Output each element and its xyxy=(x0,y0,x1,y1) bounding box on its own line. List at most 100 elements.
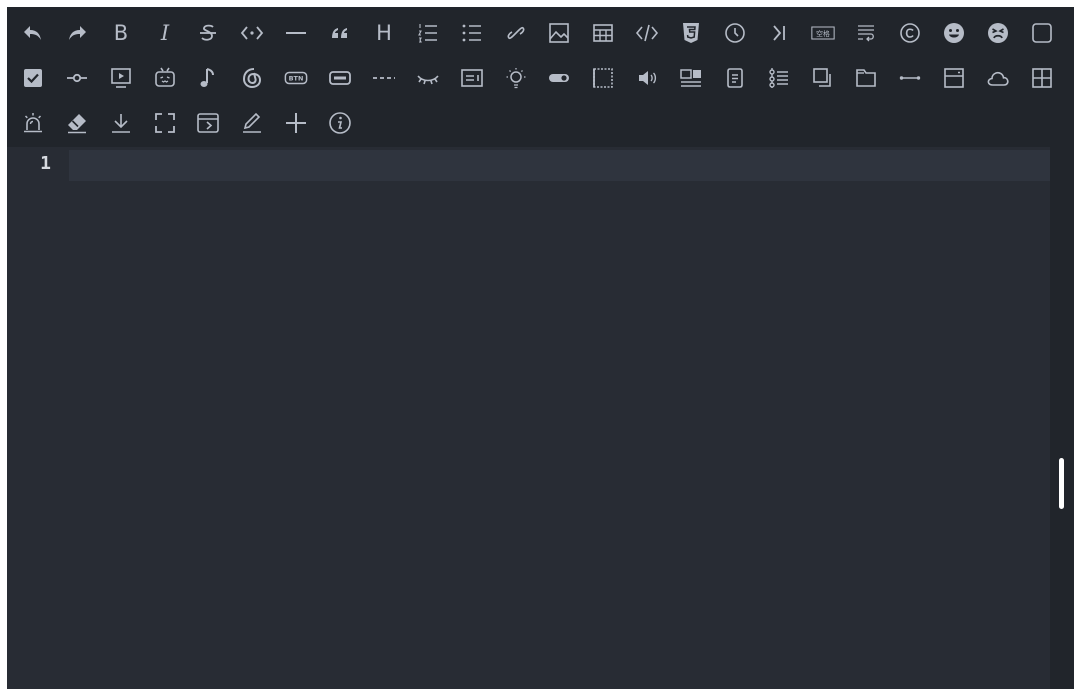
italic-icon: I xyxy=(160,21,170,45)
redo-button[interactable] xyxy=(57,13,97,53)
italic-button[interactable]: I xyxy=(145,13,185,53)
download-button[interactable] xyxy=(101,103,141,143)
word-wrap-button[interactable] xyxy=(846,13,886,53)
inline-code-icon xyxy=(240,26,264,40)
steps-button[interactable] xyxy=(759,58,799,98)
bilibili-button[interactable] xyxy=(145,58,185,98)
switch-icon xyxy=(549,74,569,82)
divider-icon xyxy=(899,76,921,80)
add-icon xyxy=(286,113,306,133)
panel-button[interactable] xyxy=(934,58,974,98)
heading-button[interactable]: H xyxy=(364,13,404,53)
link-button[interactable] xyxy=(496,13,536,53)
html-icon xyxy=(683,23,699,43)
link-icon xyxy=(507,26,525,40)
eraser-button[interactable] xyxy=(57,103,97,143)
space-button[interactable]: 空格 xyxy=(803,13,843,53)
ordered-list-button[interactable] xyxy=(408,13,448,53)
svg-text:空格: 空格 xyxy=(816,29,830,38)
html-button[interactable] xyxy=(671,13,711,53)
checked-button[interactable] xyxy=(13,58,53,98)
tab-button[interactable] xyxy=(846,58,886,98)
copy-icon xyxy=(813,68,831,87)
switch-button[interactable] xyxy=(539,58,579,98)
cloud-button[interactable] xyxy=(978,58,1018,98)
light-button[interactable] xyxy=(496,58,536,98)
strikethrough-button[interactable] xyxy=(188,13,228,53)
table-button[interactable] xyxy=(583,13,623,53)
grid-icon xyxy=(1032,68,1052,88)
info-button[interactable] xyxy=(320,103,360,143)
history-button[interactable] xyxy=(715,13,755,53)
steps-icon xyxy=(769,68,788,88)
sad-button[interactable] xyxy=(978,13,1018,53)
audio-button[interactable] xyxy=(627,58,667,98)
unordered-list-button[interactable] xyxy=(452,13,492,53)
hidden-icon xyxy=(417,75,439,85)
undo-icon xyxy=(24,26,41,40)
video-button[interactable] xyxy=(101,58,141,98)
preview-button[interactable] xyxy=(188,103,228,143)
smile-icon xyxy=(944,23,964,43)
inline-code-button[interactable] xyxy=(232,13,272,53)
checked-icon xyxy=(24,69,42,87)
svg-text:BTN: BTN xyxy=(289,75,304,83)
bold-button[interactable]: B xyxy=(101,13,141,53)
light-icon xyxy=(506,68,526,89)
layout-icon xyxy=(680,69,701,87)
text-cursor xyxy=(71,155,73,175)
code-block-icon xyxy=(635,24,659,42)
alarm-icon xyxy=(24,113,42,133)
video-icon xyxy=(111,68,131,88)
quote-icon xyxy=(332,28,347,38)
layout-button[interactable] xyxy=(671,58,711,98)
note-icon xyxy=(727,68,743,88)
btn-button[interactable]: BTN xyxy=(276,58,316,98)
timeline-icon xyxy=(67,73,87,83)
checkbox-button[interactable] xyxy=(1022,13,1062,53)
dashed-line-button[interactable] xyxy=(364,58,404,98)
timeline-button[interactable] xyxy=(57,58,97,98)
music-button[interactable] xyxy=(188,58,228,98)
copyright-button[interactable] xyxy=(890,13,930,53)
scrollbar-thumb[interactable] xyxy=(1059,458,1064,509)
fullscreen-icon xyxy=(155,113,175,133)
edit-icon xyxy=(243,112,261,133)
strikethrough-icon xyxy=(200,24,216,41)
code-editor-area[interactable] xyxy=(69,150,1050,689)
space-icon: 空格 xyxy=(811,26,835,40)
input-button[interactable] xyxy=(320,58,360,98)
word-wrap-icon xyxy=(858,25,874,42)
input-icon xyxy=(329,71,351,85)
add-button[interactable] xyxy=(276,103,316,143)
table-icon xyxy=(593,24,613,42)
copyright-icon xyxy=(900,23,920,43)
grid-button[interactable] xyxy=(1022,58,1062,98)
card-button[interactable] xyxy=(452,58,492,98)
image-button[interactable] xyxy=(539,13,579,53)
alarm-button[interactable] xyxy=(13,103,53,143)
line-number: 1 xyxy=(40,153,51,174)
undo-button[interactable] xyxy=(13,13,53,53)
sub-button[interactable] xyxy=(759,13,799,53)
edit-button[interactable] xyxy=(232,103,272,143)
note-button[interactable] xyxy=(715,58,755,98)
horizontal-rule-button[interactable] xyxy=(276,13,316,53)
netease-button[interactable] xyxy=(232,58,272,98)
frame-button[interactable] xyxy=(583,58,623,98)
audio-icon xyxy=(639,71,657,85)
copy-button[interactable] xyxy=(803,58,843,98)
fullscreen-button[interactable] xyxy=(145,103,185,143)
quote-button[interactable] xyxy=(320,13,360,53)
vertical-scrollbar[interactable] xyxy=(1050,147,1074,689)
bold-icon: B xyxy=(113,21,129,45)
smile-button[interactable] xyxy=(934,13,974,53)
code-block-button[interactable] xyxy=(627,13,667,53)
netease-icon xyxy=(242,68,262,89)
toolbar: B I H 空格 BTN xyxy=(7,7,1074,147)
divider-button[interactable] xyxy=(890,58,930,98)
eraser-icon xyxy=(68,114,86,134)
redo-icon xyxy=(69,26,86,40)
hidden-button[interactable] xyxy=(408,58,448,98)
line-number-gutter: 1 xyxy=(7,147,65,689)
